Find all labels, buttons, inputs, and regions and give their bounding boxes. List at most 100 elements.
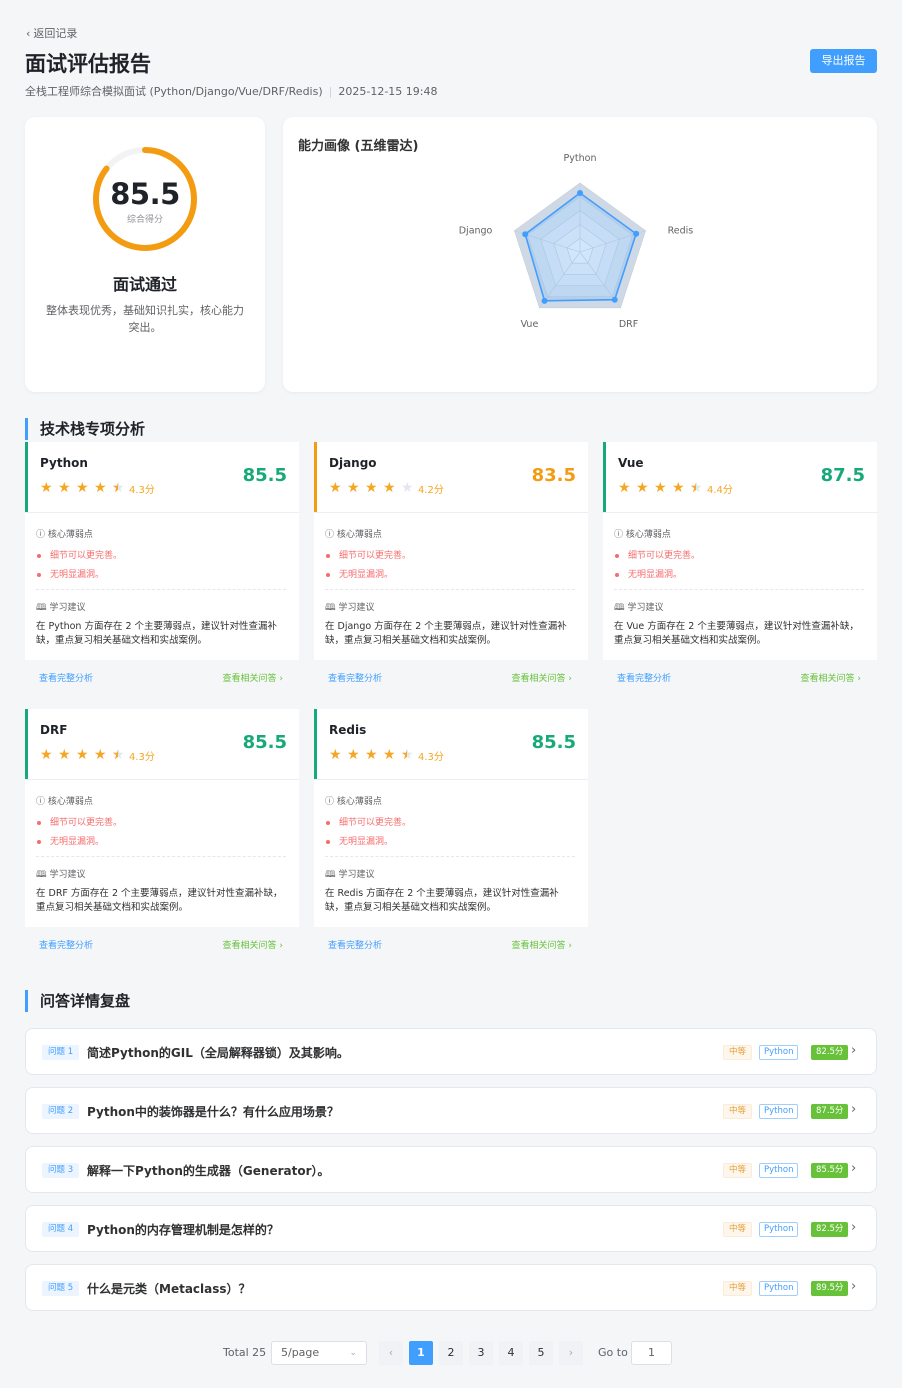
star-icon: ★ [347,480,360,496]
difficulty-badge: 中等 [723,1045,753,1060]
view-full-analysis-link[interactable]: 查看完整分析 [328,938,382,951]
difficulty-badge: 中等 [723,1104,753,1119]
question-row[interactable]: 问题 3 解释一下Python的生成器（Generator）。 中等 Pytho… [25,1146,877,1193]
divider [325,589,575,590]
star-icon: ★ [40,480,53,496]
question-number: 问题 3 [42,1163,80,1178]
tech-rating: 4.2分 [418,485,444,496]
question-number: 问题 4 [42,1222,80,1237]
goto-label: Go to [598,1346,628,1359]
goto-page-input[interactable]: 1 [631,1341,672,1365]
advice-text: 在 Vue 方面存在 2 个主要薄弱点，建议针对性查漏补缺，重点复习相关基础文档… [614,621,859,646]
view-related-qa-link[interactable]: 查看相关问答 › [223,671,283,684]
book-icon: 🕮 [325,603,339,613]
tech-rating: 4.3分 [418,752,444,763]
question-text: 解释一下Python的生成器（Generator）。 [87,1164,330,1178]
chevron-right-icon: › [851,1279,857,1294]
star-icon: ★ [636,480,649,496]
tech-card: Vue ★ ★ ★ ★ ★ 4.4分 87.5 ⓘ 核心薄弱点 细节可以更完善。 无明显… [603,442,877,692]
difficulty-badge: 中等 [723,1281,753,1296]
book-icon: 🕮 [614,603,628,613]
tech-score: 87.5 [820,465,865,486]
tech-score: 85.5 [242,465,287,486]
question-row[interactable]: 问题 2 Python中的装饰器是什么？有什么应用场景？ 中等 Python 8… [25,1087,877,1134]
weakness-heading: ⓘ 核心薄弱点 [325,797,382,807]
tech-card: Python ★ ★ ★ ★ ★ 4.3分 85.5 ⓘ 核心薄弱点 细节可以更完善。 … [25,442,299,692]
category-badge: Python [759,1163,799,1178]
star-icon: ★ [94,480,107,496]
star-icon: ★ [347,747,360,763]
view-full-analysis-link[interactable]: 查看完整分析 [39,938,93,951]
radar-card: 能力画像 (五维雷达) Python Redis DRF Vue Django [283,117,877,392]
question-text: Python中的装饰器是什么？有什么应用场景？ [87,1105,339,1119]
weakness-item: 细节可以更完善。 [37,548,122,561]
overall-score: 85.5 [110,177,180,211]
view-full-analysis-link[interactable]: 查看完整分析 [328,671,382,684]
view-full-analysis-link[interactable]: 查看完整分析 [39,671,93,684]
overall-score-label: 综合得分 [126,215,163,225]
page-button-2[interactable]: 2 [439,1341,463,1365]
page-button-4[interactable]: 4 [499,1341,523,1365]
question-number: 问题 1 [42,1045,80,1060]
star-icon: ★ [58,480,71,496]
star-icon: ★ [40,747,53,763]
radar-point [633,230,640,237]
info-icon: ⓘ [36,797,48,807]
tech-score: 85.5 [242,732,287,753]
tech-card-body: ⓘ 核心薄弱点 细节可以更完善。 无明显漏洞。 🕮 学习建议 在 DRF 方面存… [25,779,299,927]
star-icon: ★ [329,480,342,496]
page-button-3[interactable]: 3 [469,1341,493,1365]
question-text: 什么是元类（Metaclass）？ [87,1282,251,1296]
view-related-qa-link[interactable]: 查看相关问答 › [512,671,572,684]
category-badge: Python [759,1045,799,1060]
radar-axis-label: Vue [521,319,539,330]
radar-point [611,296,618,303]
view-related-qa-link[interactable]: 查看相关问答 › [801,671,861,684]
export-report-button[interactable]: 导出报告 [810,49,877,73]
page-subtitle: 全栈工程师综合模拟面试 (Python/Django/Vue/DRF/Redis… [25,85,438,98]
radar-axis-label: Redis [668,226,694,237]
chevron-down-icon: ⌄ [349,1348,357,1358]
advice-heading: 🕮 学习建议 [325,603,375,613]
star-icon: ★ [383,480,396,496]
interview-result: 面试通过 [112,275,177,294]
info-icon: ⓘ [325,530,337,540]
star-icon: ★ [112,747,125,763]
next-page-button[interactable]: › [559,1341,583,1365]
chevron-right-icon: › [851,1161,857,1176]
page-size-select[interactable]: 5/page ⌄ [271,1341,367,1365]
question-row[interactable]: 问题 5 什么是元类（Metaclass）？ 中等 Python 89.5分 › [25,1264,877,1311]
question-score-badge: 87.5分 [811,1104,849,1119]
weakness-item: 无明显漏洞。 [326,834,393,847]
back-link[interactable]: ‹ 返回记录 [26,25,77,41]
tech-card: Redis ★ ★ ★ ★ ★ 4.3分 85.5 ⓘ 核心薄弱点 细节可以更完善。 无… [314,709,588,959]
book-icon: 🕮 [36,870,50,880]
view-related-qa-link[interactable]: 查看相关问答 › [223,938,283,951]
question-row[interactable]: 问题 1 简述Python的GIL（全局解释器锁）及其影响。 中等 Python… [25,1028,877,1075]
category-badge: Python [759,1222,799,1237]
weakness-item: 无明显漏洞。 [615,567,682,580]
chevron-right-icon: › [851,1043,857,1058]
tech-score: 83.5 [531,465,576,486]
tech-card-header: DRF ★ ★ ★ ★ ★ 4.3分 85.5 [25,709,299,779]
tech-name: Redis [329,723,367,737]
advice-text: 在 Django 方面存在 2 个主要薄弱点，建议针对性查漏补缺，重点复习相关基… [325,621,567,646]
question-score-badge: 85.5分 [811,1163,849,1178]
page-button-5[interactable]: 5 [529,1341,553,1365]
info-icon: ⓘ [325,797,337,807]
view-full-analysis-link[interactable]: 查看完整分析 [617,671,671,684]
question-number: 问题 5 [42,1281,80,1296]
tech-rating: 4.4分 [707,485,733,496]
radar-series-area [524,192,638,302]
tech-card: Django ★ ★ ★ ★ ★ 4.2分 83.5 ⓘ 核心薄弱点 细节可以更完善。 … [314,442,588,692]
tech-card-body: ⓘ 核心薄弱点 细节可以更完善。 无明显漏洞。 🕮 学习建议 在 Redis 方… [314,779,588,927]
question-text: Python的内存管理机制是怎样的？ [87,1223,279,1237]
star-icon: ★ [401,747,414,763]
page-button-1[interactable]: 1 [409,1341,433,1365]
qa-section-title: 问答详情复盘 [25,990,130,1012]
prev-page-button[interactable]: ‹ [379,1341,403,1365]
divider [36,856,286,857]
view-related-qa-link[interactable]: 查看相关问答 › [512,938,572,951]
book-icon: 🕮 [325,870,339,880]
question-row[interactable]: 问题 4 Python的内存管理机制是怎样的？ 中等 Python 82.5分 … [25,1205,877,1252]
